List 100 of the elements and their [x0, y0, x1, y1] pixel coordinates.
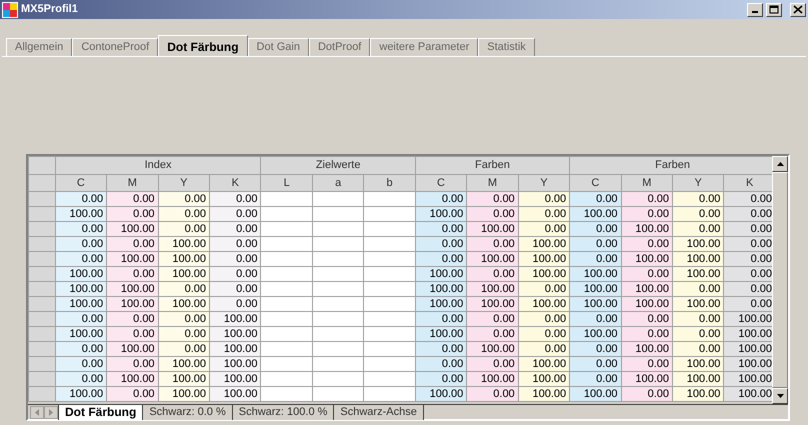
- tab[interactable]: ContoneProof: [72, 38, 158, 56]
- table-cell: 0.00: [55, 222, 107, 236]
- input-cell[interactable]: [312, 282, 364, 296]
- table-cell: 100.00: [415, 206, 467, 222]
- table-cell: 100.00: [466, 342, 518, 356]
- input-cell[interactable]: [364, 312, 416, 326]
- input-cell[interactable]: [260, 296, 312, 312]
- tab[interactable]: Dot Färbung: [158, 35, 248, 57]
- input-cell[interactable]: [312, 206, 364, 222]
- input-cell[interactable]: [260, 192, 312, 206]
- table-cell: 0.00: [415, 236, 467, 252]
- input-cell[interactable]: [364, 252, 416, 266]
- input-cell[interactable]: [364, 222, 416, 236]
- input-cell[interactable]: [364, 372, 416, 386]
- input-cell[interactable]: [364, 386, 416, 402]
- table-cell: 0.00: [570, 356, 622, 372]
- input-cell[interactable]: [260, 386, 312, 402]
- input-cell[interactable]: [312, 312, 364, 326]
- input-cell[interactable]: [312, 252, 364, 266]
- table-cell: 0.00: [466, 192, 518, 206]
- tab[interactable]: Dot Gain: [248, 38, 309, 56]
- input-cell[interactable]: [364, 266, 416, 282]
- close-button[interactable]: [790, 2, 806, 17]
- input-cell[interactable]: [364, 282, 416, 296]
- input-cell[interactable]: [312, 326, 364, 342]
- table-cell: 100.00: [570, 326, 622, 342]
- up-arrow-icon: [776, 162, 784, 166]
- table-cell: 0.00: [621, 312, 672, 326]
- input-cell[interactable]: [312, 372, 364, 386]
- tab[interactable]: DotProof: [308, 38, 370, 56]
- table-cell: 0.00: [415, 312, 467, 326]
- input-cell[interactable]: [364, 236, 416, 252]
- input-cell[interactable]: [312, 266, 364, 282]
- row-header: [28, 206, 56, 222]
- column-header: b: [364, 174, 416, 192]
- input-cell[interactable]: [260, 266, 312, 282]
- table-cell: 0.00: [724, 266, 772, 282]
- minimize-button[interactable]: [747, 2, 763, 17]
- table-cell: 100.00: [106, 222, 158, 236]
- sheet-tab[interactable]: Schwarz-Achse: [334, 404, 424, 420]
- input-cell[interactable]: [260, 236, 312, 252]
- input-cell[interactable]: [260, 222, 312, 236]
- input-cell[interactable]: [364, 342, 416, 356]
- input-cell[interactable]: [260, 282, 312, 296]
- maximize-button[interactable]: [766, 2, 782, 17]
- table-cell: 0.00: [466, 356, 518, 372]
- input-cell[interactable]: [260, 312, 312, 326]
- tab[interactable]: Allgemein: [6, 38, 72, 56]
- input-cell[interactable]: [312, 296, 364, 312]
- previous-sheet-button[interactable]: [30, 406, 44, 418]
- table-cell: 100.00: [570, 266, 622, 282]
- table-cell: 0.00: [518, 326, 570, 342]
- table-cell: 0.00: [466, 312, 518, 326]
- table-cell: 100.00: [621, 222, 672, 236]
- tab[interactable]: Statistik: [478, 38, 535, 56]
- group-header: Farben: [570, 156, 772, 174]
- table-cell: 100.00: [518, 296, 570, 312]
- input-cell[interactable]: [260, 252, 312, 266]
- table-cell: 0.00: [55, 356, 107, 372]
- table-cell: 0.00: [210, 192, 261, 206]
- sheet-tab[interactable]: Schwarz: 0.0 %: [143, 404, 233, 420]
- input-cell[interactable]: [364, 192, 416, 206]
- input-cell[interactable]: [260, 326, 312, 342]
- input-cell[interactable]: [312, 356, 364, 372]
- sheet-tab[interactable]: Dot Färbung: [58, 404, 144, 420]
- table-cell: 0.00: [724, 296, 772, 312]
- row-header: [28, 356, 56, 372]
- input-cell[interactable]: [312, 236, 364, 252]
- input-cell[interactable]: [312, 386, 364, 402]
- table-cell: 100.00: [672, 266, 724, 282]
- input-cell[interactable]: [364, 326, 416, 342]
- column-header: K: [724, 174, 772, 192]
- input-cell[interactable]: [312, 192, 364, 206]
- table-cell: 0.00: [106, 326, 158, 342]
- table-cell: 100.00: [518, 266, 570, 282]
- tab[interactable]: weitere Parameter: [370, 38, 478, 56]
- row-header: [28, 326, 56, 342]
- table-cell: 100.00: [415, 386, 467, 402]
- app-logo-icon: [2, 2, 18, 18]
- sheet-tab[interactable]: Schwarz: 100.0 %: [232, 404, 334, 420]
- input-cell[interactable]: [260, 356, 312, 372]
- column-header: C: [55, 174, 107, 192]
- scroll-down-button[interactable]: [772, 388, 788, 404]
- input-cell[interactable]: [364, 296, 416, 312]
- table-cell: 0.00: [158, 206, 210, 222]
- column-header: C: [415, 174, 467, 192]
- input-cell[interactable]: [260, 372, 312, 386]
- table-cell: 0.00: [158, 192, 210, 206]
- input-cell[interactable]: [260, 206, 312, 222]
- next-sheet-button[interactable]: [44, 406, 58, 418]
- corner-cell: [28, 156, 56, 174]
- input-cell[interactable]: [364, 206, 416, 222]
- input-cell[interactable]: [260, 342, 312, 356]
- table-cell: 100.00: [621, 372, 672, 386]
- table-cell: 0.00: [106, 356, 158, 372]
- input-cell[interactable]: [312, 222, 364, 236]
- scroll-up-button[interactable]: [772, 156, 788, 172]
- table-cell: 0.00: [210, 222, 261, 236]
- input-cell[interactable]: [312, 342, 364, 356]
- input-cell[interactable]: [364, 356, 416, 372]
